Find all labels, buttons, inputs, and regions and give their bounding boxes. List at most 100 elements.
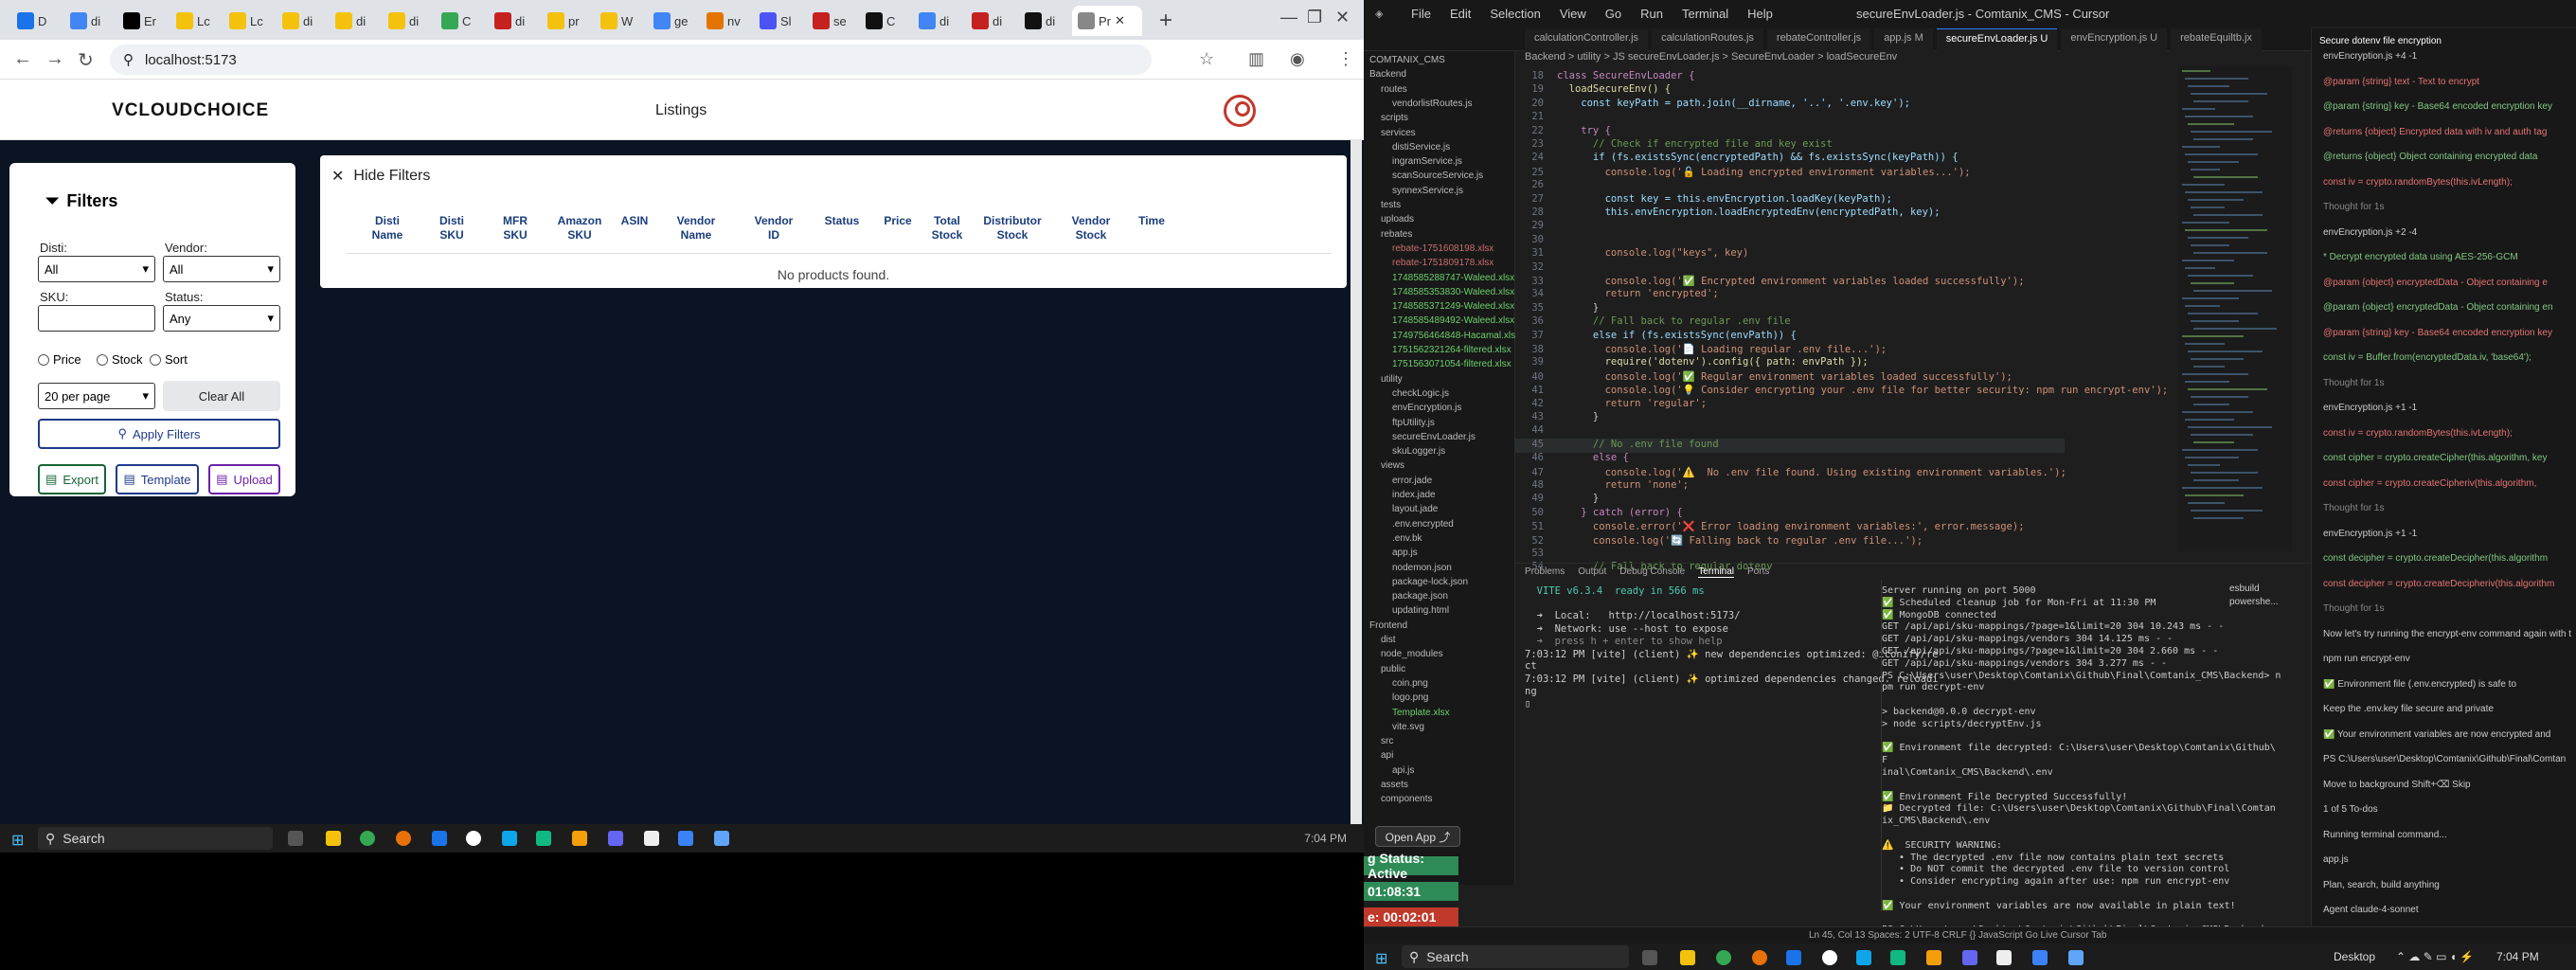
app-icon[interactable] bbox=[502, 831, 517, 846]
export-button[interactable]: ▤ Export bbox=[38, 464, 106, 494]
menu-item[interactable]: Run bbox=[1631, 7, 1673, 21]
editor-tab[interactable]: calculationController.js bbox=[1525, 28, 1649, 51]
explorer-item[interactable]: services bbox=[1364, 128, 1416, 141]
site-info-icon[interactable]: ⚲ bbox=[123, 51, 134, 68]
app-icon[interactable] bbox=[536, 831, 551, 846]
browser-tab[interactable]: di bbox=[330, 6, 379, 36]
browser-tab[interactable]: W bbox=[595, 6, 644, 36]
explorer-item[interactable]: rebates bbox=[1364, 229, 1412, 242]
terminal-list-item[interactable]: esbuild bbox=[2229, 584, 2260, 594]
browser-tab[interactable]: C bbox=[860, 6, 909, 36]
explorer-item[interactable]: scripts bbox=[1364, 113, 1408, 126]
editor-tab[interactable]: rebateController.js bbox=[1766, 28, 1871, 51]
explorer-item[interactable]: api.js bbox=[1364, 765, 1414, 779]
terminal-backend[interactable]: Server running on port 5000 ✅ Scheduled c… bbox=[1881, 580, 2281, 935]
explorer-item[interactable]: routes bbox=[1364, 84, 1407, 98]
explorer-item[interactable]: 1749756464848-Hacamal.xlsx bbox=[1364, 331, 1520, 344]
explorer-item[interactable]: package.json bbox=[1364, 591, 1448, 604]
table-column-header[interactable]: Disti SKU bbox=[419, 214, 485, 242]
explorer-item[interactable]: 1748585288747-Waleed.xlsx bbox=[1364, 273, 1514, 286]
per-page-select[interactable]: 20 per page ▾ bbox=[38, 383, 155, 409]
app-icon[interactable] bbox=[678, 831, 693, 846]
table-column-header[interactable]: Vendor Stock bbox=[1053, 214, 1129, 242]
explorer-item[interactable]: components bbox=[1364, 794, 1432, 807]
browser-tab[interactable]: di bbox=[913, 6, 962, 36]
table-column-header[interactable]: Price bbox=[873, 214, 922, 228]
extension-icon[interactable]: ▥ bbox=[1248, 49, 1264, 69]
explorer-item[interactable]: secureEnvLoader.js bbox=[1364, 432, 1476, 445]
explorer-item[interactable]: dist bbox=[1364, 635, 1396, 648]
browser-tab[interactable]: D bbox=[11, 6, 61, 36]
explorer-item[interactable]: Backend bbox=[1364, 69, 1406, 82]
disti-select[interactable]: All ▾ bbox=[38, 256, 155, 282]
table-column-header[interactable]: Time bbox=[1129, 214, 1174, 228]
reload-icon[interactable]: ↻ bbox=[78, 48, 94, 72]
explorer-item[interactable]: node_modules bbox=[1364, 649, 1443, 662]
explorer-item[interactable]: synnexService.js bbox=[1364, 186, 1463, 199]
table-column-header[interactable]: Total Stock bbox=[922, 214, 972, 242]
browser-tab[interactable]: di bbox=[383, 6, 432, 36]
radio-price[interactable]: Price bbox=[38, 352, 81, 367]
table-column-header[interactable]: Disti Name bbox=[356, 214, 419, 242]
explorer-item[interactable]: public bbox=[1364, 664, 1405, 677]
explorer-item[interactable]: Frontend bbox=[1364, 620, 1407, 634]
user-avatar-icon[interactable] bbox=[1224, 95, 1256, 127]
desktop-label[interactable]: Desktop bbox=[2334, 950, 2375, 963]
explorer-item[interactable]: updating.html bbox=[1364, 605, 1449, 619]
forward-icon[interactable]: → bbox=[45, 48, 64, 70]
radio-stock[interactable]: Stock bbox=[97, 352, 143, 367]
explorer-item[interactable]: 1751563071054-filtered.xlsx bbox=[1364, 359, 1512, 372]
explorer-item[interactable]: .env.encrypted bbox=[1364, 519, 1454, 532]
table-column-header[interactable]: Status bbox=[811, 214, 873, 228]
status-select[interactable]: Any ▾ bbox=[163, 305, 280, 332]
menu-item[interactable]: Terminal bbox=[1673, 7, 1738, 21]
browser-tab[interactable]: Er bbox=[117, 6, 167, 36]
panel-tab[interactable]: Debug Console bbox=[1619, 566, 1685, 577]
chrome-icon[interactable] bbox=[360, 831, 375, 846]
sku-input[interactable] bbox=[38, 305, 155, 332]
explorer-item[interactable]: rebate-1751608198.xlsx bbox=[1364, 243, 1494, 257]
explorer-item[interactable]: distiService.js bbox=[1364, 142, 1450, 155]
app-icon[interactable] bbox=[714, 831, 729, 846]
chrome-icon[interactable] bbox=[1716, 950, 1731, 965]
browser-tab[interactable]: di bbox=[489, 6, 538, 36]
table-column-header[interactable]: Vendor Name bbox=[655, 214, 737, 242]
profile-icon[interactable]: ◉ bbox=[1290, 49, 1305, 69]
explorer-item[interactable]: app.js bbox=[1364, 548, 1418, 561]
browser-tab[interactable]: C bbox=[436, 6, 485, 36]
explorer-item[interactable]: utility bbox=[1364, 374, 1403, 387]
table-column-header[interactable]: Distributor Stock bbox=[972, 214, 1053, 242]
editor-tab[interactable]: app.js M bbox=[1874, 28, 1933, 51]
nav-listings-link[interactable]: Listings bbox=[655, 102, 707, 119]
explorer-item[interactable]: envEncryption.js bbox=[1364, 403, 1461, 416]
app-icon[interactable] bbox=[1926, 950, 1941, 965]
browser-tab[interactable]: di bbox=[1019, 6, 1068, 36]
teams-icon[interactable] bbox=[1786, 950, 1801, 965]
template-button[interactable]: ▤ Template bbox=[116, 464, 199, 494]
explorer-item[interactable]: 1748585353830-Waleed.xlsx bbox=[1364, 287, 1514, 300]
editor-tab[interactable]: secureEnvLoader.js U bbox=[1936, 28, 2058, 51]
explorer-item[interactable]: 1748585371249-Waleed.xlsx bbox=[1364, 301, 1514, 314]
new-tab-button[interactable]: + bbox=[1159, 8, 1172, 34]
menu-icon[interactable]: ⋮ bbox=[1337, 49, 1354, 69]
terminal-vite[interactable]: VITE v6.3.4 ready in 566 ms ➜ Local: htt… bbox=[1525, 580, 1939, 911]
app-icon[interactable] bbox=[1890, 950, 1905, 965]
explorer-item[interactable]: checkLogic.js bbox=[1364, 388, 1449, 402]
radio-sort[interactable]: Sort bbox=[150, 352, 188, 367]
editor-tab[interactable]: envEncryption.js U bbox=[2061, 28, 2168, 51]
minimize-icon[interactable]: — bbox=[1280, 8, 1297, 27]
vscode-icon[interactable] bbox=[608, 831, 623, 846]
browser-tab[interactable]: ge bbox=[648, 6, 697, 36]
taskbar-search-input[interactable]: ⚲ Search bbox=[38, 827, 273, 850]
teams-icon[interactable] bbox=[432, 831, 447, 846]
explorer-item[interactable]: tests bbox=[1364, 200, 1401, 213]
menu-item[interactable]: Go bbox=[1596, 7, 1631, 21]
clear-all-button[interactable]: Clear All bbox=[163, 381, 280, 411]
browser-tab[interactable]: nv bbox=[701, 6, 750, 36]
tray-icons[interactable]: ⌃ ☁ ✎ ▭ ◖ ⚡ bbox=[2396, 950, 2474, 963]
close-window-icon[interactable]: ✕ bbox=[1335, 8, 1350, 27]
taskbar-search-input[interactable]: ⚲ Search bbox=[1402, 945, 1629, 968]
page-scrollbar[interactable] bbox=[1351, 140, 1362, 824]
windows-start-icon[interactable]: ⊞ bbox=[11, 831, 24, 850]
back-icon[interactable]: ← bbox=[13, 48, 32, 70]
